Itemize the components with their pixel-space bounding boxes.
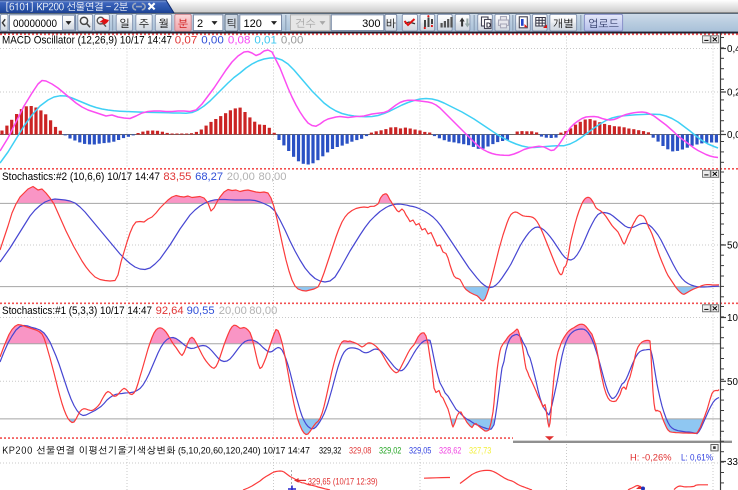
svg-text:L: 0,61%: L: 0,61%	[681, 453, 713, 464]
svg-text:D: D	[486, 23, 491, 30]
svg-text:329,05: 329,05	[409, 446, 431, 457]
svg-text:0,2: 0,2	[727, 88, 738, 99]
svg-text:50: 50	[727, 241, 738, 252]
svg-text:80,00: 80,00	[249, 305, 277, 317]
svg-text:2: 2	[197, 18, 203, 30]
svg-text:20,00: 20,00	[219, 305, 247, 317]
svg-text:92,64: 92,64	[156, 305, 184, 317]
svg-text:0,07: 0,07	[175, 35, 198, 47]
svg-text:20,00: 20,00	[227, 171, 255, 183]
svg-text:0,01: 0,01	[254, 35, 277, 47]
svg-text:(5,10,20,60,120,240) 10/17 14:: (5,10,20,60,120,240) 10/17 14:47	[178, 446, 310, 457]
svg-text:328,62: 328,62	[439, 446, 461, 457]
svg-text:120: 120	[244, 18, 262, 30]
svg-text:330: 330	[727, 457, 738, 468]
svg-text:0,08: 0,08	[228, 35, 251, 47]
svg-text:80,00: 80,00	[259, 171, 287, 183]
svg-text:0,00: 0,00	[201, 35, 224, 47]
svg-text:50: 50	[727, 377, 738, 388]
svg-text:329,08: 329,08	[349, 446, 371, 457]
svg-text:327,73: 327,73	[469, 446, 491, 457]
svg-text:83,55: 83,55	[163, 171, 191, 183]
svg-text:Stochastics:#1 (5,3,3) 10/17: Stochastics:#1 (5,3,3) 10/17 14:47	[2, 305, 152, 317]
svg-text:0,0: 0,0	[727, 130, 738, 141]
svg-text:300: 300	[362, 18, 380, 30]
svg-text:H: -0,26%: H: -0,26%	[630, 453, 672, 464]
svg-text:Stochastics:#2 (10,6,6) 10/17: Stochastics:#2 (10,6,6) 10/17 14:47	[2, 171, 160, 183]
svg-text:00000000: 00000000	[13, 18, 57, 30]
svg-text:90,55: 90,55	[187, 305, 215, 317]
svg-text:68,27: 68,27	[195, 171, 223, 183]
svg-text:329,02: 329,02	[379, 446, 401, 457]
svg-text:100: 100	[727, 313, 738, 324]
svg-text:0,00: 0,00	[281, 35, 304, 47]
svg-text:329,32: 329,32	[319, 446, 341, 457]
svg-text:329,65 (10/17 12:39): 329,65 (10/17 12:39)	[308, 476, 378, 487]
svg-text:0,4: 0,4	[727, 44, 738, 55]
svg-text:MACD Oscillator (12,26,9) 10/: MACD Oscillator (12,26,9) 10/17 14:47	[2, 35, 172, 47]
